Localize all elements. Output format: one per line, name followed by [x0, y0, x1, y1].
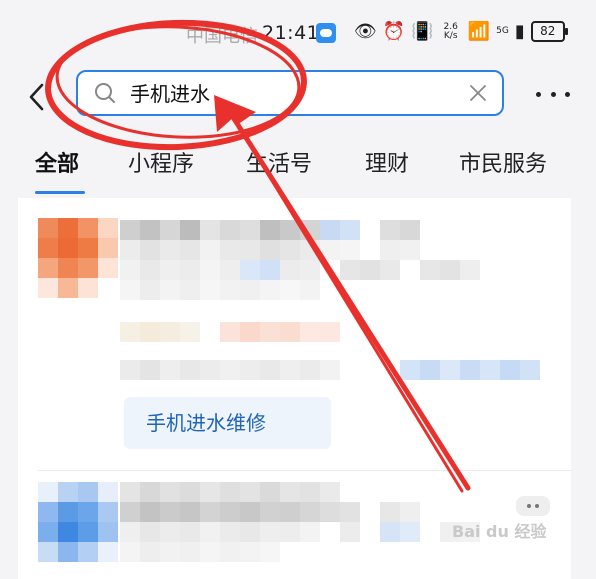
result-title-blurred[interactable] [120, 482, 340, 502]
weather-icon [316, 23, 336, 43]
result-title-blurred[interactable] [120, 220, 420, 240]
tab-citizen-services[interactable]: 市民服务 [459, 146, 547, 178]
status-time: 21:41 [262, 22, 320, 44]
result-thumbnail[interactable] [38, 482, 118, 562]
tab-life-accounts[interactable]: 生活号 [246, 146, 312, 178]
tab-finance[interactable]: 理财 [365, 146, 409, 178]
divider [38, 470, 571, 471]
more-icon [536, 91, 541, 97]
search-box[interactable] [76, 70, 504, 116]
tab-bar: 全部 小程序 生活号 理财 市民服务 [0, 138, 596, 194]
result-thumbnail[interactable] [38, 218, 118, 298]
tab-mini-programs[interactable]: 小程序 [128, 146, 194, 178]
result-more-button[interactable] [516, 496, 550, 516]
clear-icon[interactable] [468, 83, 488, 103]
signal-label: 5G [496, 26, 509, 36]
result-meta-blurred [120, 360, 540, 380]
more-options-button[interactable] [536, 84, 570, 104]
suggestion-chip[interactable]: 手机进水维修 [124, 397, 331, 449]
watermark-logo: Bai du 经验 [452, 522, 547, 541]
result-desc-blurred [120, 280, 320, 300]
search-header [0, 62, 596, 132]
alarm-icon: ⏰ [382, 21, 406, 42]
result-title-blurred [120, 502, 420, 522]
result-desc-blurred [120, 522, 480, 542]
tab-active-indicator [35, 191, 85, 194]
eye-icon: 👁 [354, 21, 377, 42]
search-input[interactable] [128, 72, 462, 116]
back-button[interactable] [22, 82, 52, 112]
tab-all[interactable]: 全部 [35, 146, 79, 178]
search-icon [95, 83, 115, 103]
more-icon [527, 504, 531, 508]
back-chevron-icon [29, 83, 44, 111]
battery-icon: 82 [530, 21, 568, 42]
result-title-blurred [120, 240, 420, 260]
signal-icon: ▮ [514, 21, 525, 42]
result-desc-blurred [120, 260, 480, 280]
result-tags-blurred [120, 322, 340, 342]
result-desc-blurred [120, 542, 280, 562]
status-icons: 👁 ⏰ 📳 2.6 K/s 📶 5G ▮ 82 [354, 21, 568, 42]
status-bar: 中国电信 21:41 👁 ⏰ 📳 2.6 K/s 📶 5G ▮ 82 [0, 0, 596, 62]
wifi-icon: 📶 [467, 21, 491, 42]
vibrate-icon: 📳 [411, 21, 434, 42]
network-speed: 2.6 K/s [443, 21, 458, 41]
carrier-label: 中国电信 [186, 26, 258, 47]
